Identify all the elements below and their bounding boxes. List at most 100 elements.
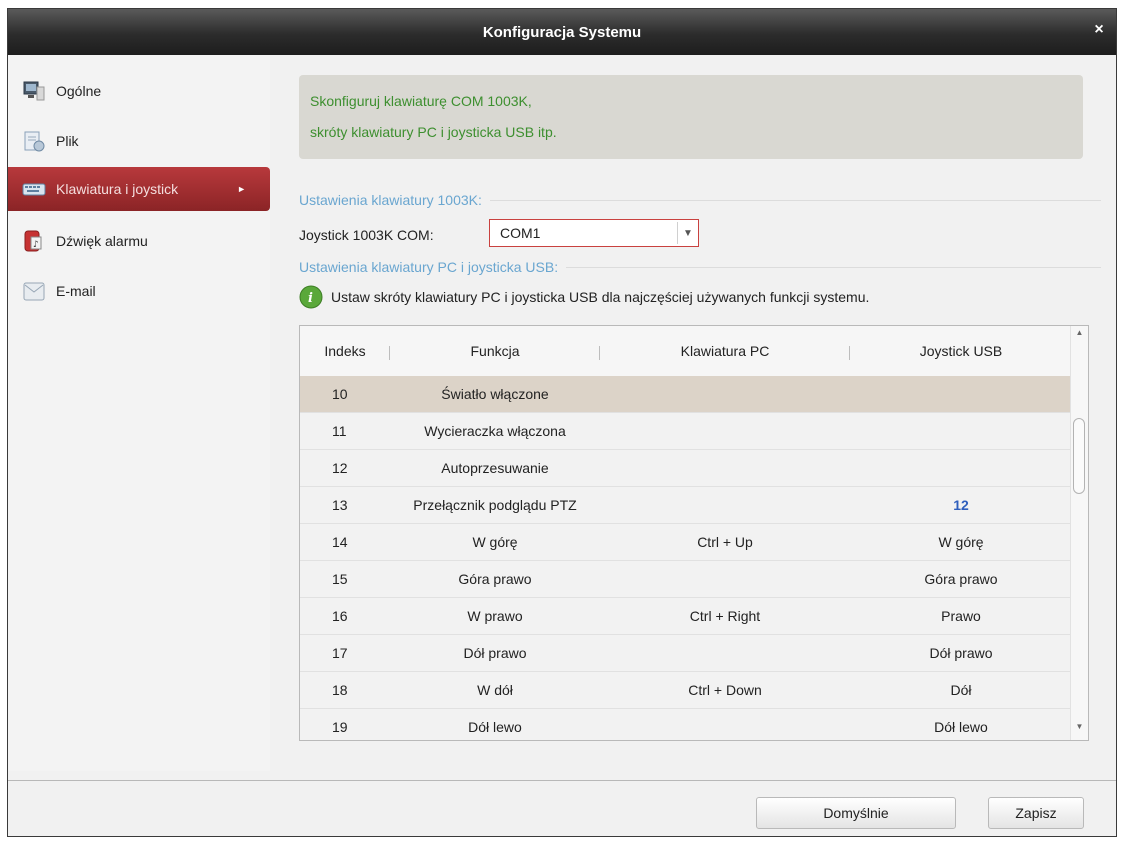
row-usb-key[interactable] [850, 450, 1072, 486]
table-row[interactable]: 10 Światło włączone [300, 376, 1072, 413]
sidebar-item-keyboard[interactable]: Klawiatura i joystick ► [8, 167, 270, 211]
scrollbar-thumb[interactable] [1073, 418, 1085, 494]
row-function: Autoprzesuwanie [441, 460, 549, 476]
row-index: 11 [332, 423, 347, 439]
row-pc-key[interactable]: Ctrl + Up [600, 524, 850, 560]
table-row[interactable]: 18 W dół Ctrl + Down Dół [300, 672, 1072, 709]
table-scrollbar[interactable]: ▲ ▼ [1070, 326, 1088, 740]
close-icon[interactable]: × [1092, 22, 1106, 38]
hint-text: Ustaw skróty klawiatury PC i joysticka U… [331, 289, 870, 305]
row-pc-key[interactable] [600, 413, 850, 449]
row-pc-key[interactable] [600, 709, 850, 740]
row-usb-key[interactable]: Góra prawo [850, 561, 1072, 597]
section-keyboard-1003k: Ustawienia klawiatury 1003K: [299, 190, 1101, 210]
table-row[interactable]: 12 Autoprzesuwanie [300, 450, 1072, 487]
column-header-index[interactable]: Indeks [300, 326, 390, 376]
row-index: 14 [332, 534, 348, 550]
table-body: 10 Światło włączone 11 Wycieraczka włącz… [300, 376, 1072, 740]
table-row[interactable]: 14 W górę Ctrl + Up W górę [300, 524, 1072, 561]
window-title: Konfiguracja Systemu [482, 23, 642, 41]
info-text-line2: skróty klawiatury PC i joysticka USB itp… [310, 124, 557, 140]
com-port-value: COM1 [500, 225, 541, 241]
row-usb-key[interactable]: Dół lewo [850, 709, 1072, 740]
row-usb-key[interactable]: Prawo [850, 598, 1072, 634]
section-divider [566, 266, 1101, 268]
row-function: W prawo [467, 608, 523, 624]
svg-text:i: i [308, 291, 313, 306]
info-icon: i [299, 285, 323, 309]
sidebar-item-label: Dźwięk alarmu [56, 233, 148, 249]
title-bar: Konfiguracja Systemu × [8, 9, 1116, 55]
table-row[interactable]: 15 Góra prawo Góra prawo [300, 561, 1072, 598]
section-pc-usb: Ustawienia klawiatury PC i joysticka USB… [299, 257, 1101, 277]
table-row[interactable]: 11 Wycieraczka włączona [300, 413, 1072, 450]
row-pc-key[interactable] [600, 487, 850, 523]
chevron-down-icon[interactable]: ▼ [677, 222, 698, 244]
row-index: 16 [332, 608, 348, 624]
row-pc-key[interactable]: Ctrl + Right [600, 598, 850, 634]
shortcut-table: Indeks Funkcja Klawiatura PC Joystick US… [299, 325, 1089, 741]
row-index: 17 [332, 645, 348, 661]
svg-text:♪: ♪ [33, 240, 39, 250]
section-title: Ustawienia klawiatury PC i joysticka USB… [299, 259, 559, 275]
keyboard-icon [22, 177, 46, 201]
section-title: Ustawienia klawiatury 1003K: [299, 192, 482, 208]
row-pc-key[interactable] [600, 561, 850, 597]
monitor-icon [22, 79, 46, 103]
sidebar-item-email[interactable]: E-mail [8, 269, 270, 313]
sidebar-item-general[interactable]: Ogólne [8, 69, 270, 113]
sidebar-item-label: E-mail [56, 283, 96, 299]
table-row[interactable]: 17 Dół prawo Dół prawo [300, 635, 1072, 672]
row-function: Wycieraczka włączona [424, 423, 566, 439]
row-index: 18 [332, 682, 348, 698]
row-function: Światło włączone [441, 386, 549, 402]
row-function: Dół lewo [468, 719, 522, 735]
table-row[interactable]: 19 Dół lewo Dół lewo [300, 709, 1072, 740]
column-header-pc-keyboard[interactable]: Klawiatura PC [600, 326, 850, 376]
table-row[interactable]: 16 W prawo Ctrl + Right Prawo [300, 598, 1072, 635]
config-window: Konfiguracja Systemu × Ogólne Plik Klawi… [7, 8, 1117, 837]
sidebar: Ogólne Plik Klawiatura i joystick ► ♪ Dź… [8, 55, 271, 771]
default-button[interactable]: Domyślnie [756, 797, 956, 829]
row-pc-key[interactable]: Ctrl + Down [600, 672, 850, 708]
sidebar-item-label: Klawiatura i joystick [56, 181, 179, 197]
chevron-right-icon: ► [237, 184, 246, 194]
alarm-sound-icon: ♪ [22, 229, 46, 253]
table-header: Indeks Funkcja Klawiatura PC Joystick US… [300, 326, 1072, 377]
section-divider [489, 199, 1101, 201]
row-usb-key[interactable]: 12 [850, 487, 1072, 523]
hint: i Ustaw skróty klawiatury PC i joysticka… [299, 285, 869, 309]
sidebar-item-label: Plik [56, 133, 79, 149]
row-usb-key[interactable]: Dół [850, 672, 1072, 708]
row-usb-key[interactable]: Dół prawo [850, 635, 1072, 671]
row-function: Przełącznik podglądu PTZ [413, 497, 577, 513]
column-header-usb-joystick[interactable]: Joystick USB [850, 326, 1072, 376]
info-box: Skonfiguruj klawiaturę COM 1003K, skróty… [299, 75, 1083, 159]
scroll-down-icon[interactable]: ▼ [1071, 722, 1088, 738]
row-pc-key[interactable] [600, 450, 850, 486]
row-function: W dół [477, 682, 513, 698]
row-pc-key[interactable] [600, 376, 850, 412]
footer-divider [8, 780, 1116, 781]
sidebar-item-label: Ogólne [56, 83, 102, 99]
row-index: 19 [332, 719, 348, 735]
save-button[interactable]: Zapisz [988, 797, 1084, 829]
column-header-function[interactable]: Funkcja [390, 326, 600, 376]
row-pc-key[interactable] [600, 635, 850, 671]
row-usb-key[interactable] [850, 376, 1072, 412]
sidebar-item-alarm-sound[interactable]: ♪ Dźwięk alarmu [8, 219, 270, 263]
table-row[interactable]: 13 Przełącznik podglądu PTZ 12 [300, 487, 1072, 524]
row-function: Dół prawo [463, 645, 527, 661]
info-text-line1: Skonfiguruj klawiaturę COM 1003K, [310, 93, 532, 109]
scroll-up-icon[interactable]: ▲ [1071, 328, 1088, 344]
row-usb-key[interactable]: W górę [850, 524, 1072, 560]
email-icon [22, 279, 46, 303]
row-function: Góra prawo [458, 571, 532, 587]
row-usb-key[interactable] [850, 413, 1072, 449]
file-icon [22, 129, 46, 153]
sidebar-item-file[interactable]: Plik [8, 119, 270, 163]
main-panel: Skonfiguruj klawiaturę COM 1003K, skróty… [270, 55, 1116, 771]
com-port-label: Joystick 1003K COM: [299, 227, 434, 243]
com-port-select[interactable]: COM1 ▼ [489, 219, 699, 247]
row-index: 13 [332, 497, 348, 513]
